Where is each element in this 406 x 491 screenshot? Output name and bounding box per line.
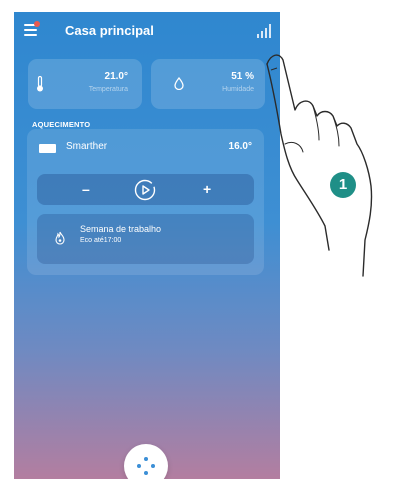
top-bar: Casa principal <box>14 12 280 52</box>
temperature-controls: – + <box>37 174 254 205</box>
device-temperature: 16.0° <box>228 141 252 152</box>
schedule-subtitle: Eco até17:00 <box>80 237 122 244</box>
notification-dot <box>34 21 40 27</box>
thermostat-icon <box>39 144 56 153</box>
flame-icon <box>55 231 65 245</box>
dots-grid-icon[interactable] <box>124 444 168 479</box>
droplet-icon <box>174 77 184 90</box>
humidity-value: 51 % <box>231 71 254 82</box>
schedule-title: Semana de trabalho <box>80 224 162 234</box>
humidity-card[interactable]: 51 % Humidade <box>151 59 265 109</box>
menu-icon[interactable] <box>24 21 40 36</box>
app-screen: Casa principal 21.0° Temperatura 51 % Hu… <box>14 12 280 479</box>
humidity-label: Humidade <box>222 86 254 93</box>
thermometer-icon <box>37 76 43 92</box>
temperature-label: Temperatura <box>88 86 128 93</box>
temperature-value: 21.0° <box>104 71 128 82</box>
increase-button[interactable]: + <box>203 182 211 196</box>
heating-section-title: AQUECIMENTO <box>32 120 91 129</box>
play-icon[interactable] <box>134 179 156 201</box>
thermostat-card[interactable]: Smarther 16.0° – + Semana de trabalho Ec… <box>27 129 264 275</box>
callout-badge: 1 <box>330 172 356 198</box>
page-title: Casa principal <box>65 23 154 38</box>
pointing-hand-icon <box>266 54 373 277</box>
device-name: Smarther <box>66 141 108 152</box>
stats-icon[interactable] <box>256 24 272 38</box>
schedule-item[interactable]: Semana de trabalho Eco até17:00 <box>37 214 254 264</box>
decrease-button[interactable]: – <box>82 182 90 196</box>
temperature-card[interactable]: 21.0° Temperatura <box>28 59 142 109</box>
